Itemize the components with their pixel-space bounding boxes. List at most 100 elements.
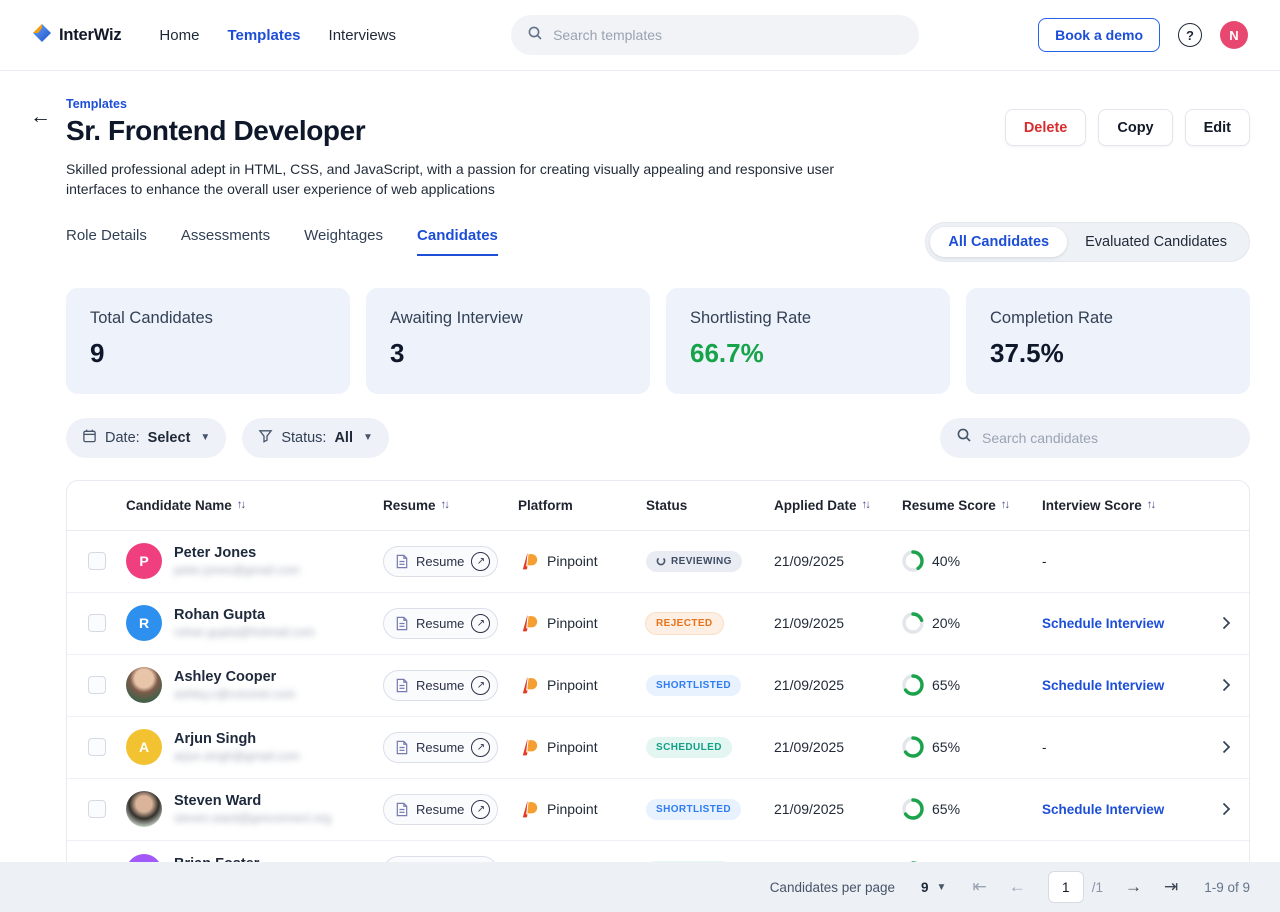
stat-value: 37.5% (990, 338, 1226, 369)
table-row[interactable]: P Peter Jones peter.jones@gmail.com Resu… (67, 531, 1249, 593)
open-resume-icon[interactable]: ↗ (471, 552, 490, 571)
search-templates-input[interactable] (553, 27, 903, 43)
sort-icon[interactable]: ↑↓ (237, 499, 245, 511)
resume-score-value: 65% (932, 801, 960, 817)
funnel-icon (258, 428, 273, 447)
table-row[interactable]: A Arjun Singh arjun.singh@gmail.com Resu… (67, 717, 1249, 779)
open-resume-icon[interactable]: ↗ (471, 676, 490, 695)
platform-label: Pinpoint (547, 553, 598, 569)
table-row[interactable]: R Rohan Gupta rohan.gupta@hotmail.com Re… (67, 593, 1249, 655)
document-icon (395, 740, 409, 755)
candidates-search[interactable] (940, 418, 1250, 458)
current-page-input[interactable]: 1 (1048, 871, 1084, 903)
date-filter-label: Date: (105, 430, 140, 446)
open-resume-icon[interactable]: ↗ (471, 738, 490, 757)
interview-score-dash: - (1042, 554, 1047, 569)
table-row[interactable]: Steven Ward steven.ward@greconnect.org R… (67, 779, 1249, 841)
avatar (126, 791, 162, 827)
tab-assessments[interactable]: Assessments (181, 227, 270, 256)
resume-button-label: Resume (416, 554, 464, 569)
date-filter[interactable]: Date: Select ▼ (66, 418, 226, 458)
resume-button[interactable]: Resume ↗ (383, 546, 498, 577)
sort-icon[interactable]: ↑↓ (441, 499, 449, 511)
pinpoint-icon (518, 551, 539, 572)
avatar (126, 667, 162, 703)
score-ring (902, 674, 924, 696)
row-chevron-icon[interactable] (1201, 615, 1250, 631)
resume-button-label: Resume (416, 740, 464, 755)
book-demo-button[interactable]: Book a demo (1038, 18, 1160, 52)
first-page-icon[interactable]: ⇤ (972, 877, 986, 897)
back-arrow-icon[interactable]: ← (30, 97, 66, 200)
score-ring (902, 798, 924, 820)
resume-button[interactable]: Resume ↗ (383, 670, 498, 701)
score-ring (902, 736, 924, 758)
toggle-all-candidates[interactable]: All Candidates (930, 227, 1067, 257)
tab-role-details[interactable]: Role Details (66, 227, 147, 256)
candidate-name: Steven Ward (174, 793, 331, 809)
candidate-email: ashley.c@coronet.com (174, 687, 295, 701)
copy-button[interactable]: Copy (1098, 109, 1172, 146)
row-chevron-icon[interactable] (1201, 739, 1250, 755)
row-checkbox[interactable] (88, 614, 106, 632)
templates-search[interactable] (511, 15, 919, 55)
schedule-interview-link[interactable]: Schedule Interview (1042, 616, 1164, 631)
logo[interactable]: InterWiz (32, 23, 121, 48)
resume-button[interactable]: Resume ↗ (383, 608, 498, 639)
prev-page-icon[interactable]: ← (1009, 877, 1026, 897)
status-badge: SCHEDULED (646, 737, 732, 758)
avatar: R (126, 605, 162, 641)
score-ring (902, 612, 924, 634)
row-checkbox[interactable] (88, 552, 106, 570)
tabs-row: Role Details Assessments Weightages Cand… (30, 222, 1250, 262)
nav-item-templates[interactable]: Templates (227, 27, 300, 44)
table-header-row: Candidate Name↑↓ Resume↑↓ Platform Statu… (67, 481, 1249, 531)
help-icon[interactable]: ? (1178, 23, 1202, 47)
candidate-name: Rohan Gupta (174, 607, 315, 623)
candidate-name: Peter Jones (174, 545, 300, 561)
row-checkbox[interactable] (88, 676, 106, 694)
per-page-select[interactable]: 9 ▼ (921, 880, 946, 895)
platform-label: Pinpoint (547, 801, 598, 817)
open-resume-icon[interactable]: ↗ (471, 614, 490, 633)
schedule-interview-link[interactable]: Schedule Interview (1042, 678, 1164, 693)
search-candidates-input[interactable] (982, 430, 1234, 446)
avatar: P (126, 543, 162, 579)
edit-button[interactable]: Edit (1185, 109, 1250, 146)
candidate-email: rohan.gupta@hotmail.com (174, 625, 315, 639)
page-description: Skilled professional adept in HTML, CSS,… (66, 159, 876, 200)
sort-icon[interactable]: ↑↓ (862, 499, 870, 511)
resume-button[interactable]: Resume ↗ (383, 794, 498, 825)
schedule-interview-link[interactable]: Schedule Interview (1042, 802, 1164, 817)
table-body: P Peter Jones peter.jones@gmail.com Resu… (67, 531, 1249, 903)
row-checkbox[interactable] (88, 738, 106, 756)
resume-score-value: 20% (932, 615, 960, 631)
table-row[interactable]: Ashley Cooper ashley.c@coronet.com Resum… (67, 655, 1249, 717)
row-chevron-icon[interactable] (1201, 677, 1250, 693)
status-spinner-icon (656, 556, 666, 566)
sort-icon[interactable]: ↑↓ (1001, 499, 1009, 511)
stat-value: 9 (90, 338, 326, 369)
nav-right: Book a demo ? N (1038, 18, 1248, 52)
delete-button[interactable]: Delete (1005, 109, 1087, 146)
status-filter[interactable]: Status: All ▼ (242, 418, 389, 458)
open-resume-icon[interactable]: ↗ (471, 800, 490, 819)
interview-cell: - (1042, 740, 1201, 755)
user-avatar[interactable]: N (1220, 21, 1248, 49)
last-page-icon[interactable]: ⇥ (1164, 877, 1178, 897)
search-icon (956, 427, 972, 448)
platform-label: Pinpoint (547, 615, 598, 631)
nav-item-home[interactable]: Home (159, 27, 199, 44)
tab-weightages[interactable]: Weightages (304, 227, 383, 256)
next-page-icon[interactable]: → (1125, 877, 1142, 897)
candidates-table: Candidate Name↑↓ Resume↑↓ Platform Statu… (66, 480, 1250, 904)
breadcrumb[interactable]: Templates (66, 97, 1005, 111)
interview-cell: Schedule Interview (1042, 802, 1201, 817)
tab-candidates[interactable]: Candidates (417, 227, 498, 256)
resume-button[interactable]: Resume ↗ (383, 732, 498, 763)
toggle-evaluated-candidates[interactable]: Evaluated Candidates (1067, 227, 1245, 257)
row-checkbox[interactable] (88, 800, 106, 818)
row-chevron-icon[interactable] (1201, 801, 1250, 817)
sort-icon[interactable]: ↑↓ (1147, 499, 1155, 511)
nav-item-interviews[interactable]: Interviews (329, 27, 397, 44)
